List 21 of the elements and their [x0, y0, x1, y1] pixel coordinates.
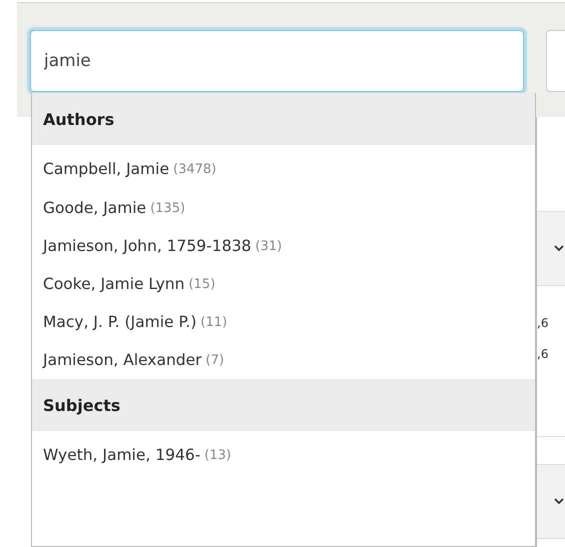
chevron-down-icon[interactable]	[554, 245, 564, 252]
suggestion-item[interactable]: Campbell, Jamie (3478)	[32, 145, 535, 189]
chevron-down-icon[interactable]	[554, 498, 564, 505]
result-count: (7)	[206, 352, 224, 368]
suggestion-item[interactable]: Goode, Jamie (135)	[32, 189, 535, 227]
result-count: (13)	[204, 448, 232, 462]
record-text: ,6	[537, 347, 550, 361]
search-field[interactable]: jamie	[30, 30, 524, 92]
result-count: (3478)	[173, 162, 216, 176]
record-text: ,6	[537, 316, 550, 330]
suggestion-item[interactable]: Jamieson, John, 1759-1838 (31)	[32, 227, 535, 265]
result-count: (15)	[188, 276, 216, 292]
group-heading: Subjects	[32, 379, 535, 431]
result-count: (31)	[255, 238, 282, 254]
suggestion-item[interactable]: Wyeth, Jamie, 1946- (13)	[32, 431, 535, 475]
group-heading: Authors	[32, 93, 535, 145]
result-count: (11)	[200, 314, 228, 330]
suggestion-item[interactable]: Macy, J. P. (Jamie P.) (11)	[32, 303, 535, 341]
result-count: (135)	[150, 200, 186, 216]
suggestion-item[interactable]: Cooke, Jamie Lynn (15)	[32, 265, 535, 303]
suggestion-item[interactable]: Jamieson, Alexander (7)	[32, 341, 535, 379]
